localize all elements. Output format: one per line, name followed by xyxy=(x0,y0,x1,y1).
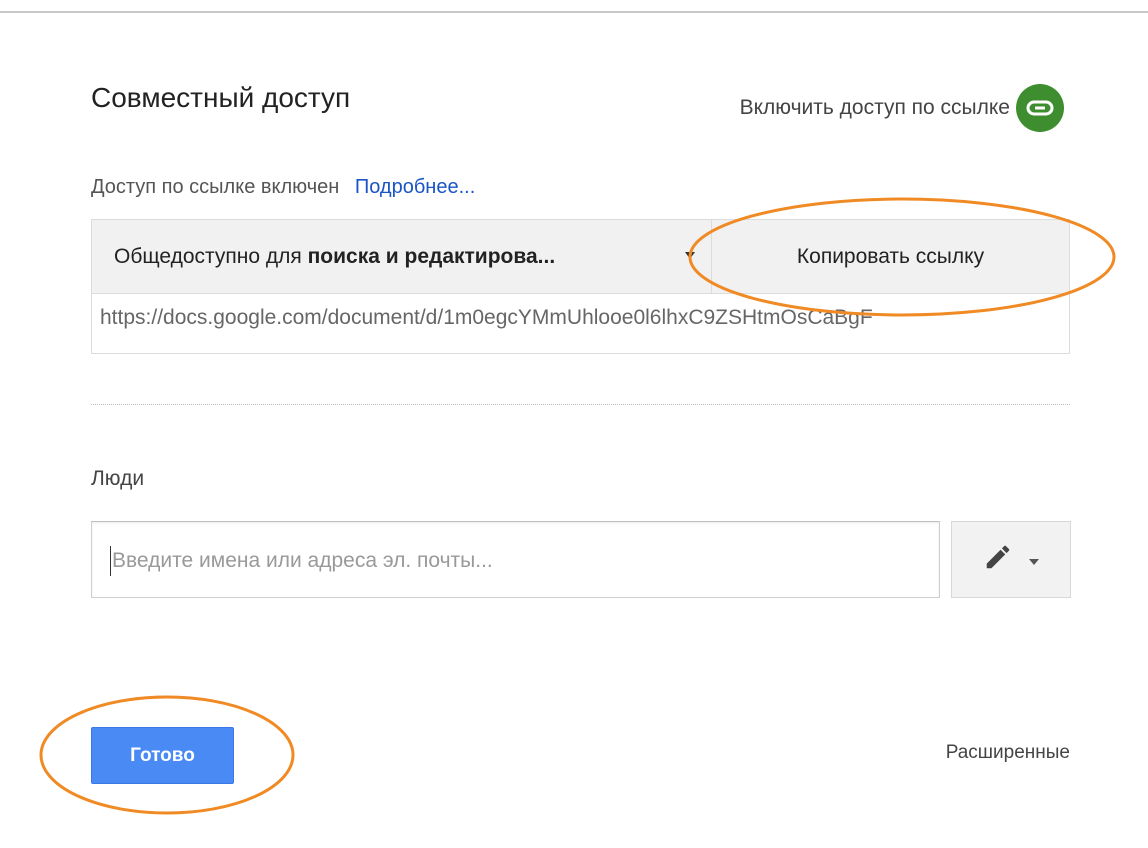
people-input[interactable] xyxy=(110,540,934,582)
done-button[interactable]: Готово xyxy=(91,727,234,784)
people-label: Люди xyxy=(91,467,145,490)
text-cursor xyxy=(110,546,111,576)
access-level-prefix: Общедоступно для xyxy=(114,244,302,268)
link-access-box: Общедоступно для поиска и редактирова...… xyxy=(91,219,1070,354)
permission-dropdown-button[interactable] xyxy=(951,521,1071,598)
access-level-bold: поиска и редактирова... xyxy=(307,244,556,268)
top-divider xyxy=(0,11,1148,13)
link-status-text: Доступ по ссылке включен xyxy=(91,176,340,198)
learn-more-link[interactable]: Подробнее... xyxy=(355,176,475,198)
chevron-down-icon xyxy=(1029,558,1039,565)
copy-link-button[interactable]: Копировать ссылку xyxy=(712,220,1069,294)
section-divider xyxy=(91,404,1070,405)
link-icon[interactable] xyxy=(1016,84,1064,132)
access-level-dropdown[interactable]: Общедоступно для поиска и редактирова... xyxy=(92,220,712,294)
pencil-icon xyxy=(983,542,1013,577)
share-url-field[interactable]: https://docs.google.com/document/d/1m0eg… xyxy=(100,306,1065,330)
enable-link-sharing-label: Включить доступ по ссылке xyxy=(739,96,1010,119)
people-input-box[interactable] xyxy=(91,521,940,598)
enable-link-sharing-button[interactable]: Включить доступ по ссылке xyxy=(740,84,1064,132)
link-status-row: Доступ по ссылке включен Подробнее... xyxy=(91,176,475,199)
dialog-title: Совместный доступ xyxy=(91,82,351,113)
chevron-down-icon xyxy=(685,252,695,259)
advanced-link[interactable]: Расширенные xyxy=(946,742,1070,764)
